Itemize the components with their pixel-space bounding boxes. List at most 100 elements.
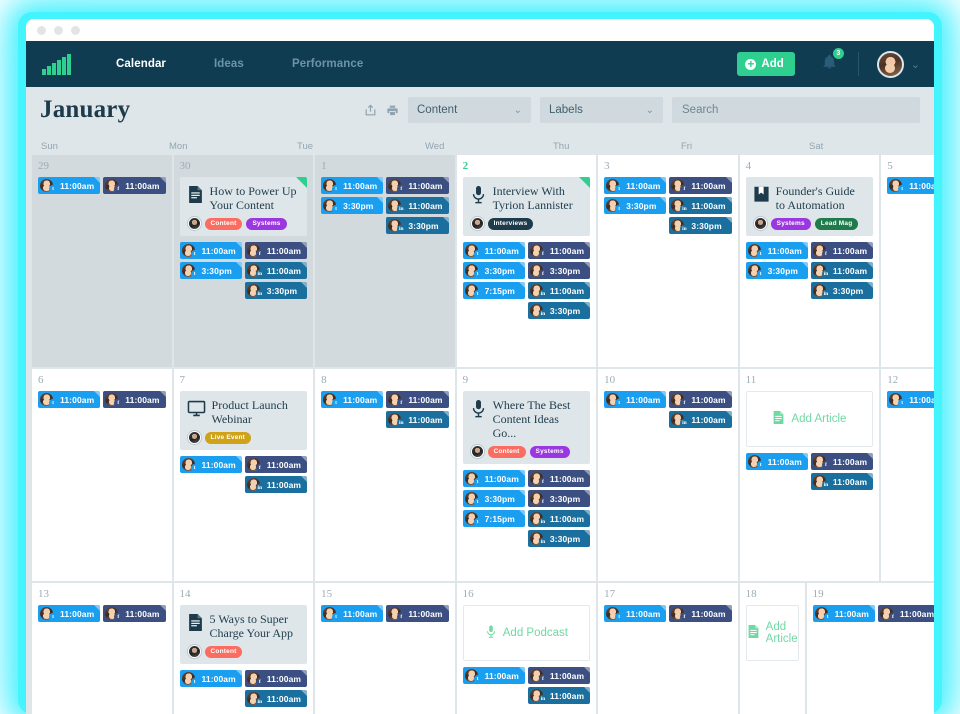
social-post-pill[interactable]: t11:00am	[745, 242, 808, 259]
social-post-pill[interactable]: t 3:30pm	[462, 262, 525, 279]
social-post-pill[interactable]: in 11:00am	[527, 687, 591, 704]
bar-chart-logo-icon[interactable]	[42, 53, 72, 75]
add-content-placeholder[interactable]: Add Article	[745, 605, 799, 661]
social-post-pill[interactable]: f 11:00am	[386, 177, 449, 194]
content-card[interactable]: Product Launch Webinar Live Event	[179, 391, 308, 450]
social-post-pill[interactable]: in 11:00am	[527, 282, 591, 299]
social-post-pill[interactable]: t11:00am	[462, 242, 525, 259]
social-post-pill[interactable]: f 11:00am	[877, 605, 934, 622]
calendar-day-cell[interactable]: 11 Add Article t 11:00am f 11:00am in 11:00am	[739, 369, 880, 581]
social-post-pill[interactable]: in 3:30pm	[527, 302, 591, 319]
social-post-pill[interactable]: f 11:00am	[244, 456, 308, 473]
social-post-pill[interactable]: f 11:00am	[669, 177, 732, 194]
content-tag[interactable]: Live Event	[204, 431, 252, 444]
social-post-pill[interactable]: t 3:30pm	[745, 262, 808, 279]
social-post-pill[interactable]: in 11:00am	[527, 510, 591, 527]
content-card[interactable]: Where The Best Content Ideas Go... Conten…	[462, 391, 591, 464]
social-post-pill[interactable]: in 11:00am	[669, 197, 732, 214]
add-button[interactable]: + Add	[737, 52, 795, 76]
social-post-pill[interactable]: t 7:15pm	[462, 510, 525, 527]
calendar-day-cell[interactable]: 3 t 11:00am t 3:30pm f 11:00am in 11:00am in 3:30p…	[598, 155, 738, 367]
social-post-pill[interactable]: t11:00am	[604, 391, 667, 408]
social-post-pill[interactable]: f 11:00am	[244, 242, 308, 259]
social-post-pill[interactable]: f 11:00am	[669, 391, 732, 408]
content-card[interactable]: How to Power Up Your Content Content Syste…	[179, 177, 308, 236]
social-post-pill[interactable]: t11:00am	[38, 605, 101, 622]
social-post-pill[interactable]: t11:00am	[179, 456, 242, 473]
social-post-pill[interactable]: f 11:00am	[103, 391, 166, 408]
calendar-day-cell[interactable]: 18 Add Article	[739, 583, 805, 714]
share-icon[interactable]	[364, 104, 377, 117]
nav-item-calendar[interactable]: Calendar	[92, 58, 190, 70]
content-filter-dropdown[interactable]: Content ⌄	[408, 97, 531, 123]
social-post-pill[interactable]: t11:00am	[38, 391, 101, 408]
social-post-pill[interactable]: t11:00am	[745, 453, 808, 470]
calendar-day-cell[interactable]: 7 Product Launch Webinar Live Event t 11:00a…	[173, 369, 314, 581]
nav-item-ideas[interactable]: Ideas	[190, 58, 268, 70]
calendar-day-cell[interactable]: 29 t 11:00am f 11:00am	[32, 155, 172, 367]
social-post-pill[interactable]: t11:00am	[604, 177, 667, 194]
search-box[interactable]	[672, 97, 920, 123]
calendar-day-cell[interactable]: 8 t 11:00am f 11:00am in 11:00am	[315, 369, 455, 581]
social-post-pill[interactable]: in 11:00am	[244, 690, 308, 707]
content-tag[interactable]: Interviews	[487, 217, 534, 230]
search-input[interactable]	[682, 104, 910, 116]
content-card[interactable]: 5 Ways to Super Charge Your App Content	[179, 605, 308, 664]
calendar-day-cell[interactable]: 17 t 11:00am f 11:00am	[598, 583, 738, 714]
window-dot-maximize[interactable]	[71, 25, 80, 35]
social-post-pill[interactable]: in 3:30pm	[527, 530, 591, 547]
social-post-pill[interactable]: t11:00am	[321, 391, 384, 408]
calendar-day-cell[interactable]: 1 t 11:00am t 3:30pm f 11:00am in 11:00am in 3:30p…	[315, 155, 455, 367]
social-post-pill[interactable]: f 11:00am	[244, 670, 308, 687]
social-post-pill[interactable]: t11:00am	[604, 605, 667, 622]
social-post-pill[interactable]: in 3:30pm	[810, 282, 874, 299]
social-post-pill[interactable]: f 11:00am	[810, 242, 874, 259]
social-post-pill[interactable]: t11:00am	[812, 605, 875, 622]
social-post-pill[interactable]: in 3:30pm	[244, 282, 308, 299]
calendar-day-cell[interactable]: 6 t 11:00am f 11:00am	[32, 369, 172, 581]
social-post-pill[interactable]: f 3:30pm	[527, 262, 591, 279]
social-post-pill[interactable]: in 11:00am	[810, 262, 874, 279]
user-avatar[interactable]	[876, 50, 904, 78]
social-post-pill[interactable]: f 11:00am	[386, 391, 449, 408]
chevron-down-icon[interactable]: ⌄	[911, 58, 920, 71]
social-post-pill[interactable]: in 11:00am	[386, 197, 449, 214]
social-post-pill[interactable]: t11:00am	[887, 177, 934, 194]
content-card[interactable]: Founder's Guide to Automation Systems Lead…	[745, 177, 874, 236]
social-post-pill[interactable]: t11:00am	[179, 670, 242, 687]
content-tag[interactable]: Systems	[246, 217, 287, 230]
social-post-pill[interactable]: t11:00am	[179, 242, 242, 259]
calendar-day-cell[interactable]: 5 t11:00amf11:00am	[881, 155, 934, 367]
social-post-pill[interactable]: t11:00am	[462, 470, 525, 487]
social-post-pill[interactable]: t11:00am	[462, 667, 525, 684]
content-tag[interactable]: Lead Mag	[814, 217, 859, 230]
social-post-pill[interactable]: t 3:30pm	[604, 197, 667, 214]
social-post-pill[interactable]: f 11:00am	[527, 667, 591, 684]
calendar-day-cell[interactable]: 2 Interview With Tyrion Lannister Intervie…	[456, 155, 597, 367]
notifications-bell[interactable]: 3	[821, 48, 844, 75]
social-post-pill[interactable]: t 7:15pm	[462, 282, 525, 299]
social-post-pill[interactable]: f 3:30pm	[527, 490, 591, 507]
content-tag[interactable]: Systems	[770, 217, 811, 230]
social-post-pill[interactable]: in 11:00am	[386, 411, 449, 428]
calendar-day-cell[interactable]: 12 t11:00amf11:00am	[881, 369, 934, 581]
window-dot-minimize[interactable]	[54, 25, 63, 35]
social-post-pill[interactable]: f 11:00am	[669, 605, 732, 622]
social-post-pill[interactable]: in 3:30pm	[669, 217, 732, 234]
social-post-pill[interactable]: f 11:00am	[103, 177, 166, 194]
social-post-pill[interactable]: t11:00am	[321, 177, 384, 194]
social-post-pill[interactable]: f 11:00am	[386, 605, 449, 622]
calendar-day-cell[interactable]: 4 Founder's Guide to Automation Systems Lea…	[739, 155, 880, 367]
labels-filter-dropdown[interactable]: Labels ⌄	[540, 97, 663, 123]
calendar-day-cell[interactable]: 14 5 Ways to Super Charge Your App Content…	[173, 583, 314, 714]
window-dot-close[interactable]	[37, 25, 46, 35]
calendar-day-cell[interactable]: 19 t 11:00am f 11:00am	[806, 583, 934, 714]
social-post-pill[interactable]: in 11:00am	[244, 476, 308, 493]
content-tag[interactable]: Systems	[529, 445, 570, 458]
content-tag[interactable]: Content	[487, 445, 526, 458]
social-post-pill[interactable]: t11:00am	[38, 177, 101, 194]
nav-item-performance[interactable]: Performance	[268, 58, 387, 70]
social-post-pill[interactable]: in 11:00am	[810, 473, 874, 490]
calendar-day-cell[interactable]: 16 Add Podcast t 11:00am f 11:00am in 11:00am	[456, 583, 597, 714]
social-post-pill[interactable]: t 3:30pm	[321, 197, 384, 214]
